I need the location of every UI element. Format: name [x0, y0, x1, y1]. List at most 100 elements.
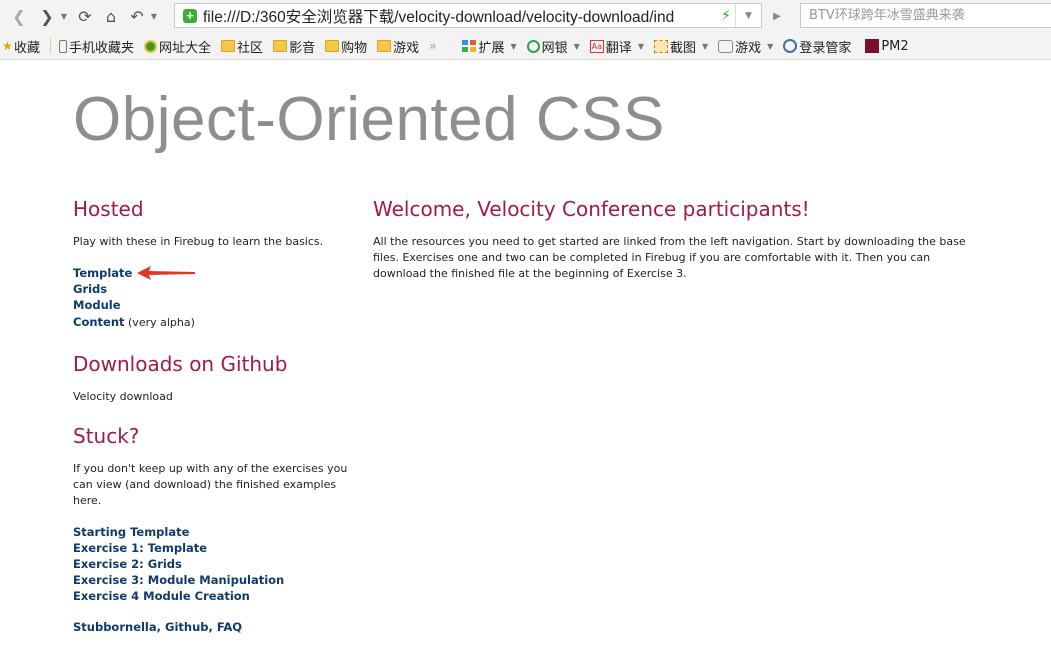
toolbar-login-manager[interactable]: 登录管家	[783, 35, 861, 57]
page-title: Object-Oriented CSS	[73, 85, 665, 154]
undo-close-icon[interactable]: ↶	[126, 6, 148, 28]
left-navigation: Hosted Play with these in Firebug to lea…	[73, 196, 353, 655]
pm-icon	[865, 39, 880, 53]
bank-icon	[526, 39, 540, 53]
stubbornella-link[interactable]: Stubbornella	[73, 620, 157, 634]
stuck-intro: If you don't keep up with any of the exe…	[73, 462, 348, 507]
page-viewport: Object-Oriented CSS Hosted Play with the…	[0, 61, 1051, 670]
main-content: Welcome, Velocity Conference participant…	[373, 196, 983, 282]
exercise-1-link[interactable]: Exercise 1: Template	[73, 540, 353, 556]
bookmark-media[interactable]: 影音	[273, 35, 325, 57]
bookmark-label: 网银	[541, 40, 568, 56]
star-icon: ★	[2, 39, 13, 53]
back-icon[interactable]: ❮	[8, 6, 30, 28]
more-bookmarks-chevron-icon[interactable]: »	[429, 39, 436, 53]
speed-mode-icon[interactable]: ⚡	[717, 8, 735, 24]
starting-template-link[interactable]: Starting Template	[73, 524, 353, 540]
chevron-down-icon[interactable]: ▼	[638, 42, 644, 51]
welcome-heading: Welcome, Velocity Conference participant…	[373, 197, 810, 221]
search-input[interactable]	[809, 8, 1051, 23]
undo-close-chevron-icon[interactable]: ▼	[148, 6, 160, 28]
address-dropdown-icon[interactable]: ▼	[735, 4, 761, 27]
stuck-heading: Stuck?	[73, 424, 140, 448]
bookmark-label: 游戏	[393, 40, 420, 56]
bookmark-label: 手机收藏夹	[69, 40, 135, 56]
content-link-row: Content (very alpha)	[73, 313, 353, 331]
toolbar-pm2[interactable]: PM2	[861, 35, 918, 57]
footer-separator: ,	[156, 620, 166, 634]
stuck-section: Stuck? If you don't keep up with any of …	[73, 423, 353, 635]
bookmark-label: PM2	[881, 38, 909, 54]
key-icon	[783, 39, 798, 53]
velocity-download-text: Velocity download	[73, 390, 173, 403]
toolbar-extensions[interactable]: 扩展 ▼	[462, 35, 526, 57]
address-url[interactable]: file:///D:/360安全浏览器下载/velocity-download/…	[203, 5, 717, 27]
bookmark-label: 翻译	[605, 40, 632, 56]
template-link[interactable]: Template	[73, 265, 353, 281]
translate-icon: Aa	[589, 39, 604, 53]
hosted-section: Hosted Play with these in Firebug to lea…	[73, 196, 353, 331]
bookmark-label: 登录管家	[799, 40, 852, 56]
forward-history-chevron-icon[interactable]: ▼	[58, 6, 70, 28]
chevron-down-icon[interactable]: ▼	[702, 42, 708, 51]
toolbar-translate[interactable]: Aa 翻译 ▼	[589, 35, 654, 57]
toolbar-games[interactable]: 游戏 ▼	[718, 35, 783, 57]
gamepad-icon	[718, 39, 734, 53]
browser-toolbar: ❮ ❯ ▼ ⟳ ⌂ ↶ ▼ + file:///D:/360安全浏览器下载/ve…	[0, 0, 1051, 33]
hosted-heading: Hosted	[73, 197, 144, 221]
bookmark-community[interactable]: 社区	[221, 35, 273, 57]
folder-icon	[325, 40, 340, 52]
toolbar-online-banking[interactable]: 网银 ▼	[526, 35, 590, 57]
exercise-4-link[interactable]: Exercise 4 Module Creation	[73, 588, 353, 604]
divider	[50, 38, 52, 54]
chevron-down-icon[interactable]: ▼	[574, 42, 580, 51]
bookmark-games-folder[interactable]: 游戏	[377, 35, 429, 57]
bookmark-label: 影音	[289, 40, 316, 56]
hosted-intro: Play with these in Firebug to learn the …	[73, 235, 324, 248]
go-icon[interactable]: ▶	[766, 6, 788, 26]
forward-icon[interactable]: ❯	[36, 6, 58, 28]
address-bar[interactable]: + file:///D:/360安全浏览器下载/velocity-downloa…	[174, 3, 762, 28]
grids-link[interactable]: Grids	[73, 281, 353, 297]
bookmark-shopping[interactable]: 购物	[325, 35, 377, 57]
security-shield-icon: +	[183, 8, 197, 23]
footer-separator: ,	[208, 620, 217, 634]
module-link[interactable]: Module	[73, 297, 353, 313]
bookmark-favorites[interactable]: ★ 收藏	[0, 35, 50, 57]
bookmarks-bar: ★ 收藏 手机收藏夹 网址大全 社区 影音 购物 游戏 » 扩展 ▼ 网银 ▼ …	[0, 33, 1051, 60]
grid-icon	[462, 40, 477, 52]
github-link[interactable]: Github	[165, 620, 208, 634]
phone-icon	[59, 39, 68, 53]
folder-icon	[221, 40, 236, 52]
home-icon[interactable]: ⌂	[100, 6, 122, 28]
folder-icon	[377, 40, 392, 52]
annotation-arrow-icon	[137, 266, 195, 280]
exercise-3-link[interactable]: Exercise 3: Module Manipulation	[73, 572, 353, 588]
content-link[interactable]: Content	[73, 315, 125, 329]
bookmark-label: 收藏	[14, 40, 41, 56]
bookmark-label: 扩展	[478, 40, 505, 56]
chevron-down-icon[interactable]: ▼	[767, 42, 773, 51]
footer-links: Stubbornella, Github, FAQ	[73, 618, 353, 635]
toolbar-screenshot[interactable]: 截图 ▼	[653, 35, 718, 57]
downloads-section: Downloads on Github Velocity download	[73, 351, 353, 405]
search-box[interactable]	[800, 3, 1051, 28]
globe-icon	[144, 39, 158, 53]
crop-icon	[653, 39, 668, 53]
refresh-icon[interactable]: ⟳	[74, 6, 96, 28]
exercise-2-link[interactable]: Exercise 2: Grids	[73, 556, 353, 572]
welcome-body: All the resources you need to get starte…	[373, 235, 966, 280]
bookmark-site-directory[interactable]: 网址大全	[144, 35, 221, 57]
bookmark-label: 网址大全	[159, 40, 212, 56]
bookmark-label: 社区	[237, 40, 264, 56]
bookmark-label: 截图	[669, 40, 696, 56]
bookmark-label: 游戏	[735, 40, 762, 56]
downloads-heading: Downloads on Github	[73, 352, 288, 376]
bookmark-mobile-favorites[interactable]: 手机收藏夹	[59, 35, 144, 57]
bookmark-label: 购物	[341, 40, 368, 56]
chevron-down-icon[interactable]: ▼	[510, 42, 516, 51]
faq-link[interactable]: FAQ	[217, 620, 242, 634]
content-link-note: (very alpha)	[124, 316, 195, 329]
folder-icon	[273, 40, 288, 52]
